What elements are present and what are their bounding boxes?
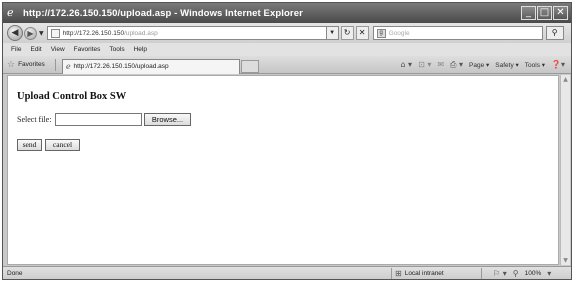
tab-title: http://172.26.150.150/upload.asp xyxy=(73,63,169,70)
divider xyxy=(391,268,392,279)
back-button[interactable]: ◀ xyxy=(7,25,23,41)
address-row: ◀ ▶ ▼ http://172.26.150.150/upload.asp ▼… xyxy=(3,23,571,43)
scroll-down-icon[interactable]: ▼ xyxy=(561,256,570,265)
tools-menu[interactable]: Tools ▾ xyxy=(525,61,545,69)
close-button[interactable]: ✕ xyxy=(553,6,568,20)
menu-item-favorites[interactable]: Favorites xyxy=(74,46,101,53)
feeds-icon[interactable]: ⊡ ▾ xyxy=(418,60,431,69)
ie-logo-icon: ℯ xyxy=(7,6,14,19)
command-bar: ⌂ ▾ ⊡ ▾ ✉ ⎙ ▾ Page ▾ Safety ▾ Tools ▾ ❓▾ xyxy=(400,60,565,70)
window-controls: _ □ ✕ xyxy=(521,6,568,20)
print-icon[interactable]: ⎙ ▾ xyxy=(450,60,463,70)
new-tab-button[interactable] xyxy=(240,60,259,73)
minimize-button[interactable]: _ xyxy=(521,6,536,20)
star-icon: ☆ xyxy=(7,59,16,70)
menu-item-help[interactable]: Help xyxy=(134,46,147,53)
refresh-button[interactable]: ↻ xyxy=(340,26,354,40)
status-bar: Done ⊞ Local intranet ⚐ ▾ ⚲ 100% ▾ xyxy=(3,266,571,279)
favorites-label: Favorites xyxy=(18,61,45,68)
search-placeholder: Google xyxy=(388,29,410,37)
file-path-input[interactable] xyxy=(55,113,142,126)
cancel-button[interactable]: cancel xyxy=(45,139,80,151)
forward-button[interactable]: ▶ xyxy=(24,26,37,40)
divider xyxy=(481,268,482,279)
search-button[interactable]: ⚲ xyxy=(545,26,564,40)
page-icon xyxy=(50,28,60,38)
page-menu[interactable]: Page ▾ xyxy=(469,61,489,69)
send-button[interactable]: send xyxy=(17,139,42,151)
address-field[interactable]: http://172.26.150.150/upload.asp xyxy=(46,26,327,40)
status-text: Done xyxy=(7,270,23,277)
page-content: Upload Control Box SW Select file: Brows… xyxy=(7,75,559,265)
zone-label: Local intranet xyxy=(404,270,444,277)
tab-upload[interactable]: ℯ http://172.26.150.150/upload.asp xyxy=(61,58,240,74)
favorites-button[interactable]: ☆ Favorites xyxy=(7,60,45,70)
title-bar: ℯ http://172.26.150.150/upload.asp - Win… xyxy=(3,3,571,23)
menu-item-edit[interactable]: Edit xyxy=(30,46,41,53)
security-zone[interactable]: ⊞ Local intranet xyxy=(395,269,444,278)
menu-item-view[interactable]: View xyxy=(51,46,65,53)
zoom-control[interactable]: ⚐ ▾ ⚲ 100% ▾ xyxy=(493,269,551,278)
recent-pages-chevron-icon[interactable]: ▼ xyxy=(39,30,44,37)
browse-button[interactable]: Browse... xyxy=(144,113,191,126)
menu-item-tools[interactable]: Tools xyxy=(109,46,124,53)
divider xyxy=(54,58,56,71)
home-icon[interactable]: ⌂ ▾ xyxy=(400,60,412,69)
menu-item-file[interactable]: File xyxy=(11,46,21,53)
vertical-scrollbar[interactable]: ▲ ▼ xyxy=(560,75,570,265)
maximize-button[interactable]: □ xyxy=(537,6,552,20)
menu-bar: File Edit View Favorites Tools Help xyxy=(3,43,571,56)
favorites-bar: ☆ Favorites ℯ http://172.26.150.150/uplo… xyxy=(3,56,571,74)
intranet-icon: ⊞ xyxy=(395,269,402,278)
address-host: http://172.26.150.150 xyxy=(62,29,125,37)
zoom-label: 100% xyxy=(524,270,542,277)
zoom-chevron-icon[interactable]: ▾ xyxy=(547,269,551,278)
search-input[interactable]: g Google xyxy=(372,26,543,40)
zoom-icon: ⚲ xyxy=(512,269,519,278)
scroll-up-icon[interactable]: ▲ xyxy=(561,75,570,84)
address-path: /upload.asp xyxy=(124,29,158,37)
mail-icon[interactable]: ✉ xyxy=(437,60,444,69)
ie-page-icon: ℯ xyxy=(65,62,71,71)
protected-mode-icon[interactable]: ⚐ ▾ xyxy=(493,269,507,278)
page-title: Upload Control Box SW xyxy=(17,91,127,102)
stop-button[interactable]: ✕ xyxy=(355,26,369,40)
safety-menu[interactable]: Safety ▾ xyxy=(495,61,519,69)
help-icon[interactable]: ❓▾ xyxy=(551,60,565,69)
address-dropdown-chevron-icon[interactable]: ▼ xyxy=(326,26,339,40)
window-title: http://172.26.150.150/upload.asp - Windo… xyxy=(23,7,303,19)
select-file-label: Select file: xyxy=(17,115,52,124)
browser-window: ℯ http://172.26.150.150/upload.asp - Win… xyxy=(2,2,572,280)
google-icon: g xyxy=(376,28,386,38)
